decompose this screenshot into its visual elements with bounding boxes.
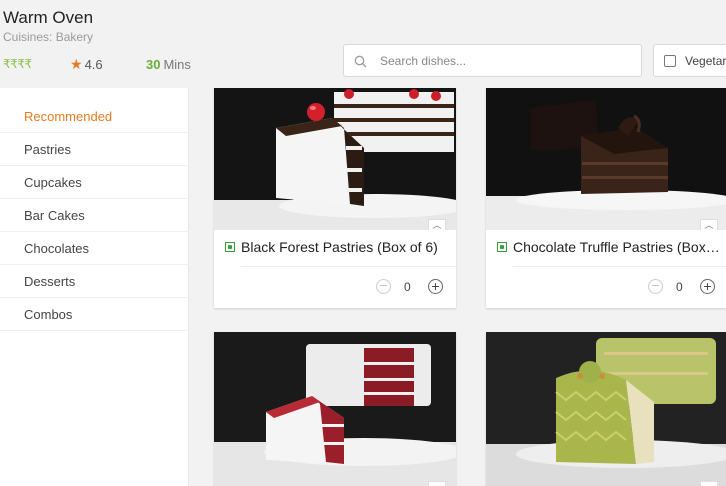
restaurant-name: Warm Oven: [3, 8, 94, 27]
chevron-up-icon[interactable]: ︿: [428, 481, 446, 486]
sidebar-item-combos[interactable]: Combos: [0, 298, 189, 331]
search-icon: [354, 55, 367, 68]
dish-name: Black Forest Pastries (Box of 6): [241, 239, 438, 255]
dish-quantity: 0: [676, 280, 683, 294]
veg-indicator-icon: [225, 242, 235, 252]
veg-checkbox[interactable]: [664, 55, 676, 67]
chevron-up-icon[interactable]: ︿: [700, 481, 718, 486]
sidebar-item-pastries[interactable]: Pastries: [0, 133, 189, 166]
delivery-time-value: 30: [146, 57, 161, 72]
delivery-time: 30 Mins: [146, 57, 191, 72]
chevron-up-icon[interactable]: ︿: [428, 219, 446, 230]
veg-indicator-icon: [497, 242, 507, 252]
search-input[interactable]: [380, 45, 636, 76]
dish-photo: [214, 332, 456, 486]
veg-filter-label: Vegetarian: [685, 54, 726, 68]
search-box[interactable]: [343, 44, 642, 77]
dish-info: Chocolate Truffle Pastries (Box of 6) − …: [486, 230, 726, 308]
sidebar-item-bar-cakes[interactable]: Bar Cakes: [0, 199, 189, 232]
dish-quantity: 0: [404, 280, 411, 294]
dish-photo: [486, 88, 726, 230]
restaurant-header: Warm Oven Cuisines: Bakery ₹₹₹₹ ★ 4.6 30 M…: [0, 0, 726, 88]
divider: [241, 266, 456, 267]
rating-value: 4.6: [84, 57, 103, 72]
price-level: ₹₹₹₹: [3, 57, 32, 71]
star-icon: ★: [70, 56, 83, 72]
decrease-quantity-button[interactable]: −: [376, 279, 391, 294]
dish-grid: ︿ Black Forest Pastries (Box of 6) − 0 +: [190, 88, 726, 486]
sidebar-item-recommended[interactable]: Recommended: [0, 100, 189, 133]
category-sidebar: Recommended Pastries Cupcakes Bar Cakes …: [0, 88, 189, 486]
increase-quantity-button[interactable]: +: [428, 279, 443, 294]
divider: [513, 266, 726, 267]
sidebar-item-desserts[interactable]: Desserts: [0, 265, 189, 298]
sidebar-item-cupcakes[interactable]: Cupcakes: [0, 166, 189, 199]
dish-card[interactable]: ︿: [486, 332, 726, 486]
dish-card[interactable]: ︿ Chocolate Truffle Pastries (Box of 6) …: [486, 88, 726, 308]
dish-photo: [486, 332, 726, 486]
dish-info: Black Forest Pastries (Box of 6) − 0 +: [214, 230, 456, 308]
dish-card[interactable]: ︿ Black Forest Pastries (Box of 6) − 0 +: [214, 88, 456, 308]
sidebar-item-chocolates[interactable]: Chocolates: [0, 232, 189, 265]
dish-name: Chocolate Truffle Pastries (Box of 6): [513, 239, 723, 255]
restaurant-cuisines: Cuisines: Bakery: [3, 30, 94, 44]
increase-quantity-button[interactable]: +: [700, 279, 715, 294]
delivery-time-unit: Mins: [163, 57, 191, 72]
chevron-up-icon[interactable]: ︿: [700, 219, 718, 230]
restaurant-rating: ★ 4.6: [70, 56, 103, 73]
dish-card[interactable]: ︿: [214, 332, 456, 486]
veg-filter[interactable]: Vegetarian: [653, 44, 726, 77]
dish-photo: [214, 88, 456, 230]
decrease-quantity-button[interactable]: −: [648, 279, 663, 294]
